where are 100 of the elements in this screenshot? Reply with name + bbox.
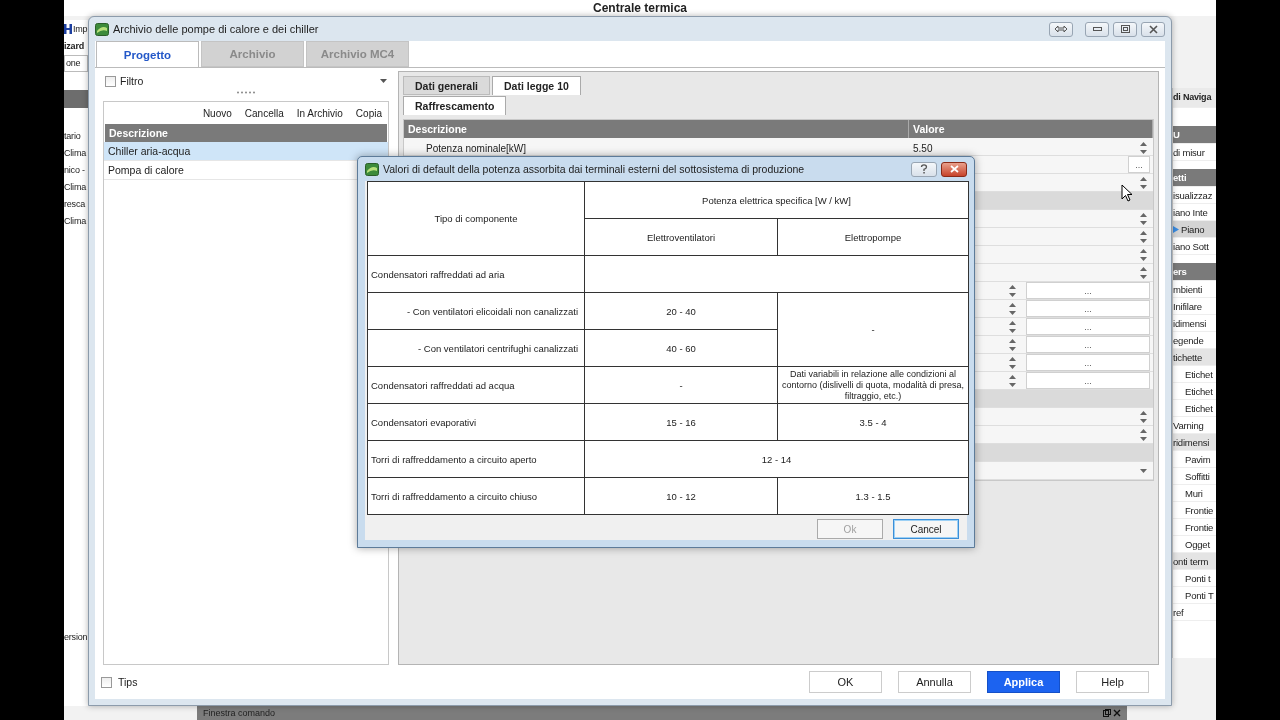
panel-item[interactable]: Clima	[64, 179, 88, 196]
panel-item[interactable]: resca	[64, 196, 88, 213]
tree-item[interactable]: Muri	[1173, 485, 1216, 502]
browse-button[interactable]: ...	[1026, 336, 1150, 353]
column-header: Descrizione	[105, 124, 387, 142]
browse-button[interactable]: ...	[1026, 354, 1150, 371]
tree-item[interactable]: Frontie	[1173, 519, 1216, 536]
panel-header: ers	[1173, 263, 1216, 281]
value-cell: 15 - 16	[584, 403, 778, 441]
tree-item[interactable]: Ponti t	[1173, 570, 1216, 587]
spinner-icon[interactable]	[1137, 264, 1150, 281]
tree-item[interactable]: ridimensi	[1173, 434, 1216, 451]
value-cell: 20 - 40	[584, 292, 778, 330]
spinner-icon[interactable]	[1137, 210, 1150, 227]
tool-icon[interactable]	[64, 24, 72, 34]
swap-icon[interactable]	[1049, 21, 1073, 37]
dialog-button[interactable]: Help	[1076, 671, 1149, 693]
tab[interactable]: Progetto	[96, 41, 199, 67]
browse-button[interactable]: ...	[1128, 156, 1150, 173]
dialog-button[interactable]: Applica	[987, 671, 1060, 693]
toolbar-link[interactable]: Nuovo	[202, 107, 232, 119]
menu-item[interactable]: Imp	[73, 20, 88, 38]
tree-item[interactable]: Soffitti	[1173, 468, 1216, 485]
spinner-icon[interactable]	[1006, 318, 1019, 335]
browse-button[interactable]: ...	[1026, 282, 1150, 299]
tree-item[interactable]: Frontie	[1173, 502, 1216, 519]
panel-item[interactable]: Clima	[64, 213, 88, 230]
spinner-icon[interactable]	[1137, 408, 1150, 425]
value-cell: 12 - 14	[584, 440, 969, 478]
tree-item[interactable]: Piano	[1173, 221, 1216, 238]
tree-item[interactable]: iano Sott	[1173, 238, 1216, 255]
help-icon[interactable]	[911, 161, 937, 177]
toolbar-link[interactable]: In Archivio	[296, 107, 343, 119]
close-icon[interactable]	[1141, 21, 1165, 37]
value-cell: 1.3 - 1.5	[777, 477, 969, 515]
close-icon[interactable]	[941, 161, 967, 177]
panel-item[interactable]: tario	[64, 128, 88, 145]
panel-header	[64, 90, 88, 108]
tab[interactable]: Dati legge 10	[492, 76, 581, 95]
tree-item[interactable]: Etichet	[1173, 366, 1216, 383]
browse-button[interactable]: ...	[1026, 318, 1150, 335]
dropdown-icon[interactable]	[380, 79, 387, 83]
component-cell: Condensatori raffreddati ad acqua	[367, 366, 585, 404]
toolbar-link[interactable]: Cancella	[244, 107, 284, 119]
filter-checkbox[interactable]	[105, 75, 116, 87]
browse-button[interactable]: ...	[1026, 372, 1150, 389]
grip-icon[interactable]	[236, 91, 256, 94]
tree-item[interactable]: Inifilare	[1173, 298, 1216, 315]
dialog-button[interactable]: OK	[809, 671, 882, 693]
spinner-icon[interactable]	[1006, 354, 1019, 371]
panel-item[interactable]: Clima	[64, 145, 88, 162]
value-cell: 10 - 12	[584, 477, 778, 515]
tree-item[interactable]: isualizzaz	[1173, 187, 1216, 204]
tree-item[interactable]: Etichet	[1173, 383, 1216, 400]
component-cell: Torri di raffreddamento a circuito chiuso	[367, 477, 585, 515]
list-item[interactable]: Chiller aria-acqua	[104, 142, 388, 161]
text-field[interactable]: one	[64, 55, 88, 72]
dropdown-icon[interactable]	[1140, 468, 1147, 473]
tree-item[interactable]: di misur	[1173, 144, 1216, 161]
spinner-icon[interactable]	[1006, 282, 1019, 299]
tree-item[interactable]: Ponti T	[1173, 587, 1216, 604]
spinner-icon[interactable]	[1137, 140, 1150, 156]
panel-item[interactable]: ersion	[64, 629, 88, 646]
panel-header: di Naviga	[1173, 88, 1216, 108]
spinner-icon[interactable]	[1006, 336, 1019, 353]
tree-item[interactable]: Pavim	[1173, 451, 1216, 468]
minimize-icon[interactable]	[1085, 21, 1109, 37]
dialog-button[interactable]: Annulla	[898, 671, 971, 693]
tree-item[interactable]: tichette	[1173, 349, 1216, 366]
spinner-icon[interactable]	[1137, 246, 1150, 263]
tree-item[interactable]: idimensi	[1173, 315, 1216, 332]
app-icon	[95, 22, 109, 36]
command-window-title: Finestra comando	[203, 708, 276, 718]
component-cell: Condensatori evaporativi	[367, 403, 585, 441]
panel-item[interactable]: nico -	[64, 162, 88, 179]
spinner-icon[interactable]	[1137, 174, 1150, 191]
spinner-icon[interactable]	[1006, 372, 1019, 389]
tips-label: Tips	[118, 676, 138, 688]
tips-checkbox[interactable]	[101, 676, 112, 688]
tree-item[interactable]: onti term	[1173, 553, 1216, 570]
app-title: Centrale termica	[592, 1, 687, 15]
maximize-icon[interactable]	[1113, 21, 1137, 37]
window-controls-icon[interactable]	[1103, 709, 1121, 717]
toolbar-link[interactable]: Copia	[355, 107, 382, 119]
tab[interactable]: Raffrescamento	[403, 96, 507, 115]
dialog-button[interactable]: Cancel	[893, 519, 959, 539]
component-cell: - Con ventilatori elicoidali non canalizzati	[367, 292, 585, 330]
tree-item[interactable]: ref	[1173, 604, 1216, 621]
tree-item[interactable]: mbienti	[1173, 281, 1216, 298]
spinner-icon[interactable]	[1137, 426, 1150, 443]
panel-header: U	[1173, 126, 1216, 144]
value-cell: -	[584, 366, 778, 404]
tab[interactable]: Dati generali	[403, 76, 491, 95]
tree-item[interactable]: Etichet	[1173, 400, 1216, 417]
property-label: Potenza nominale[kW]	[425, 143, 527, 154]
browse-button[interactable]: ...	[1026, 300, 1150, 317]
component-cell: Condensatori raffreddati ad aria	[367, 255, 585, 293]
panel-item[interactable]: izard	[64, 38, 88, 55]
spinner-icon[interactable]	[1006, 300, 1019, 317]
spinner-icon[interactable]	[1137, 228, 1150, 245]
